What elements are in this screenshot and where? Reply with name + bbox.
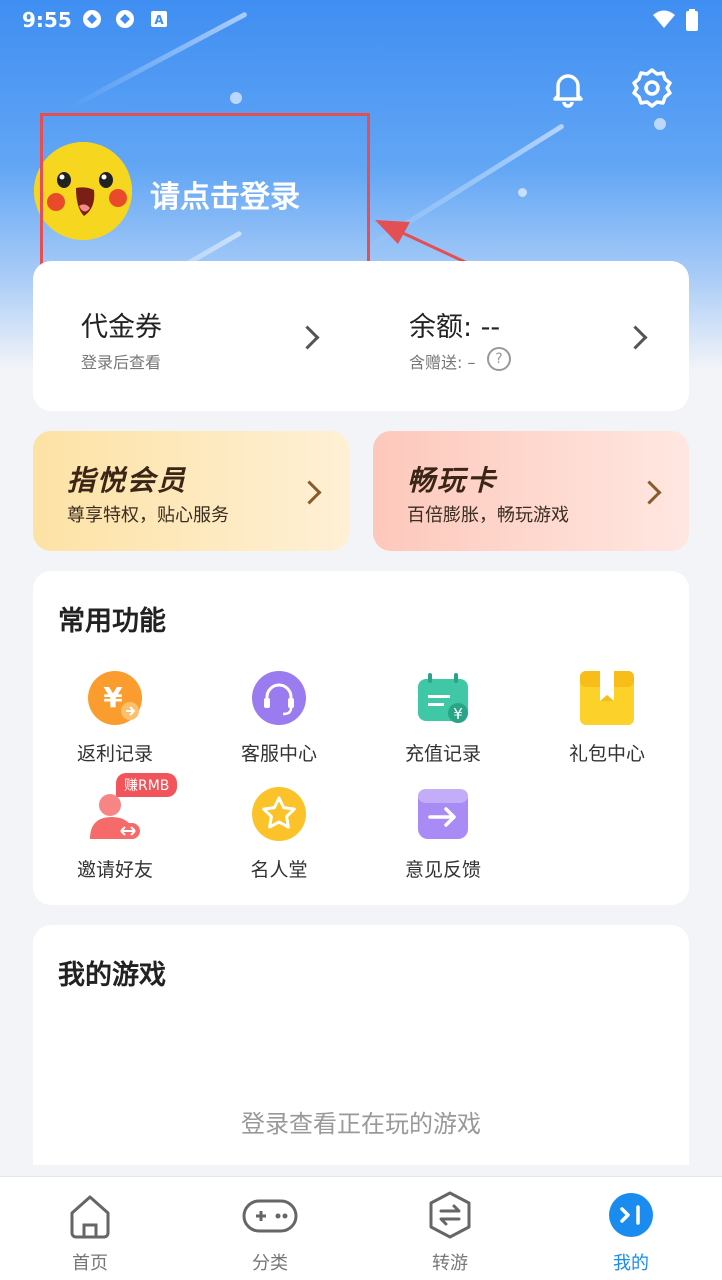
decorative-dot [654,118,666,130]
balance-section[interactable]: 余额: -- 含赠送: – ? [363,261,689,411]
svg-text:¥: ¥ [103,681,123,714]
section-title: 我的游戏 [58,960,166,991]
decorative-dot [230,92,242,104]
function-label: 返利记录 [76,743,153,765]
function-feedback[interactable]: 意见反馈 [373,785,513,882]
bonus-label: 含赠送: – [409,353,476,372]
svg-text:¥: ¥ [453,705,463,723]
promo-title: 指悦会员 [67,464,188,497]
chevron-right-icon [295,325,320,350]
voucher-section[interactable]: 代金券 登录后查看 [33,261,353,411]
function-label: 意见反馈 [404,859,481,881]
home-icon [70,1195,110,1239]
function-hall-of-fame[interactable]: 名人堂 [209,785,349,882]
profile-icon [609,1193,653,1237]
bottom-tab-bar: 首页 分类 转游 我的 [0,1176,722,1280]
voucher-label: 代金券 [81,312,162,343]
voucher-subtitle: 登录后查看 [81,353,162,372]
tab-label: 分类 [252,1253,288,1274]
function-label: 客服中心 [240,743,317,765]
app-notification-icon [115,9,135,34]
battery-icon [686,9,698,36]
promo-subtitle: 尊享特权，贴心服务 [67,505,229,526]
rebate-icon: ¥ [86,669,144,727]
headset-icon [250,669,308,727]
empty-games-text[interactable]: 登录查看正在玩的游戏 [0,1104,722,1139]
chevron-right-icon [623,325,648,350]
svg-text:A: A [154,13,164,27]
vip-membership-card[interactable]: 指悦会员 尊享特权，贴心服务 [33,431,349,551]
tab-label: 转游 [432,1253,468,1274]
tab-label: 首页 [72,1253,108,1274]
recharge-icon: ¥ [414,669,472,727]
section-title: 常用功能 [58,606,166,637]
function-rebate-record[interactable]: ¥ 返利记录 [45,669,185,766]
function-label: 充值记录 [404,743,481,765]
wallet-card: 代金券 登录后查看 余额: -- 含赠送: – ? [33,261,689,411]
function-gift-center[interactable]: 礼包中心 [537,669,677,766]
promo-subtitle: 百倍膨胀，畅玩游戏 [407,505,569,526]
tab-profile[interactable]: 我的 [571,1189,691,1275]
status-bar: 9:55 A [0,0,722,40]
tab-label: 我的 [613,1253,649,1274]
function-customer-service[interactable]: 客服中心 [209,669,349,766]
common-functions-card: 常用功能 ¥ 返利记录 客服中心 ¥ 充值记录 礼包中心 赚RMB 邀请好友 名… [33,571,689,905]
status-time: 9:55 [22,8,72,32]
promo-title: 畅玩卡 [407,464,498,497]
function-label: 礼包中心 [568,743,645,765]
help-icon[interactable]: ? [487,347,511,371]
function-recharge-record[interactable]: ¥ 充值记录 [373,669,513,766]
function-label: 名人堂 [250,859,308,881]
gift-icon [578,669,636,727]
earn-badge: 赚RMB [116,773,178,797]
play-card[interactable]: 畅玩卡 百倍膨胀，畅玩游戏 [373,431,689,551]
invite-icon: 赚RMB [86,773,178,843]
bell-icon[interactable] [546,66,590,110]
balance-label: 余额: -- [409,312,501,343]
feedback-icon [414,785,472,843]
wifi-icon [652,9,676,34]
chevron-right-icon [637,480,662,505]
keyboard-notification-icon: A [150,9,168,33]
function-invite-friends[interactable]: 赚RMB 邀请好友 [45,773,185,882]
app-notification-icon [82,9,102,34]
star-icon [250,785,308,843]
tab-transfer[interactable]: 转游 [390,1189,510,1275]
chevron-right-icon [297,480,322,505]
gamepad-icon [242,1199,298,1233]
function-label: 邀请好友 [76,859,153,881]
transfer-icon [429,1191,471,1239]
tab-category[interactable]: 分类 [210,1189,330,1275]
tab-home[interactable]: 首页 [30,1189,150,1275]
gear-icon[interactable] [630,66,674,110]
decorative-dot [518,188,527,197]
